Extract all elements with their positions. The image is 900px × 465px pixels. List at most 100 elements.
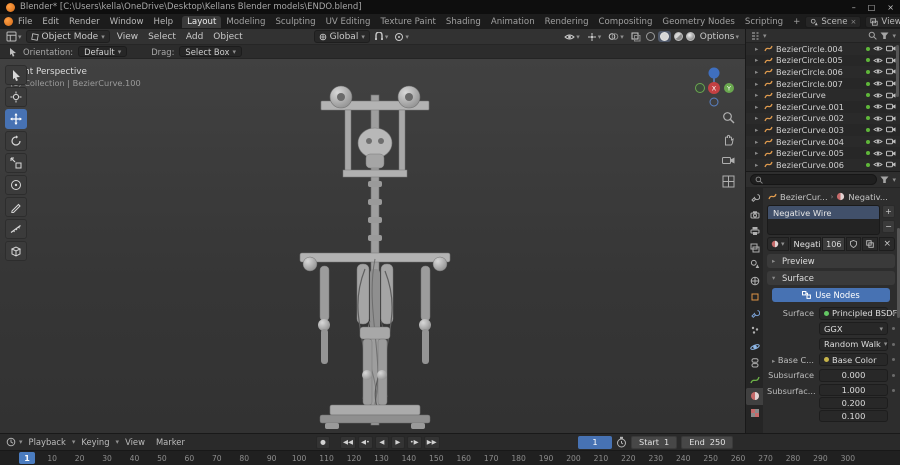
frame-tick-label[interactable]: 160 bbox=[450, 454, 477, 463]
ortho-grid-icon[interactable] bbox=[722, 175, 735, 188]
disable-in-render-camera-icon[interactable] bbox=[886, 161, 896, 168]
fake-user-shield-button[interactable] bbox=[846, 237, 862, 251]
tab-output[interactable] bbox=[746, 223, 763, 240]
frame-ruler[interactable]: 1 01020304050607080901001101201301401501… bbox=[0, 450, 900, 465]
outliner-editor-icon[interactable] bbox=[750, 31, 760, 41]
disclosure-icon[interactable]: ▸ bbox=[755, 80, 761, 88]
zoom-icon[interactable] bbox=[722, 111, 735, 124]
editor-type-selector[interactable]: ▾ bbox=[4, 30, 24, 43]
next-keyframe-button[interactable]: •▶ bbox=[406, 435, 422, 449]
frame-tick-label[interactable]: 70 bbox=[203, 454, 230, 463]
tool-annotate[interactable] bbox=[5, 197, 27, 217]
disable-in-render-camera-icon[interactable] bbox=[886, 68, 896, 75]
tool-measure[interactable] bbox=[5, 219, 27, 239]
remove-slot-button[interactable]: − bbox=[882, 220, 895, 233]
workspace-tab-modeling[interactable]: Modeling bbox=[221, 16, 270, 28]
viewlayer-selector[interactable]: ViewLayer × bbox=[865, 15, 900, 28]
axis-y-neg-ball[interactable] bbox=[695, 83, 705, 93]
scene-selector[interactable]: Scene × bbox=[805, 15, 862, 28]
surface-shader-dropdown[interactable]: Principled BSDF bbox=[819, 306, 897, 320]
frame-tick-label[interactable]: 250 bbox=[697, 454, 724, 463]
disable-in-render-camera-icon[interactable] bbox=[886, 150, 896, 157]
disclosure-icon[interactable]: ▸ bbox=[755, 91, 761, 99]
frame-tick-label[interactable]: 200 bbox=[560, 454, 587, 463]
playback-menu[interactable]: Playback bbox=[24, 437, 71, 447]
tab-object[interactable] bbox=[746, 289, 763, 306]
workspace-tab-compositing[interactable]: Compositing bbox=[594, 16, 658, 28]
outliner-item[interactable]: ▸ BezierCircle.004 bbox=[746, 43, 900, 55]
tab-physics[interactable] bbox=[746, 339, 763, 356]
frame-tick-label[interactable]: 210 bbox=[587, 454, 614, 463]
tab-render[interactable] bbox=[746, 207, 763, 224]
breadcrumb-material[interactable]: Negativ... bbox=[848, 192, 887, 202]
disable-in-render-camera-icon[interactable] bbox=[886, 57, 896, 64]
disable-in-render-camera-icon[interactable] bbox=[886, 92, 896, 99]
workspace-tab-scripting[interactable]: Scripting bbox=[740, 16, 788, 28]
hide-in-viewport-eye-icon[interactable] bbox=[873, 126, 883, 133]
disable-in-render-camera-icon[interactable] bbox=[886, 80, 896, 87]
animate-dot[interactable] bbox=[892, 358, 895, 361]
orientation-setting-dropdown[interactable]: Default ▾ bbox=[78, 46, 128, 57]
frame-tick-label[interactable]: 80 bbox=[231, 454, 258, 463]
close-button[interactable]: × bbox=[887, 3, 894, 12]
disable-in-render-camera-icon[interactable] bbox=[886, 138, 896, 145]
axis-z-ball[interactable] bbox=[708, 67, 720, 79]
marker-menu[interactable]: Marker bbox=[151, 437, 190, 447]
play-button[interactable]: ▶ bbox=[390, 435, 405, 449]
frame-tick-label[interactable]: 100 bbox=[285, 454, 312, 463]
radius-x-slider[interactable]: 1.000 bbox=[819, 383, 888, 396]
disclosure-icon[interactable]: ▸ bbox=[755, 138, 761, 146]
outliner-item[interactable]: ▸ BezierCurve.004 bbox=[746, 135, 900, 148]
shading-rendered-button[interactable] bbox=[685, 32, 695, 41]
shading-material-button[interactable] bbox=[673, 32, 683, 41]
frame-tick-label[interactable]: 40 bbox=[121, 454, 148, 463]
animate-dot[interactable] bbox=[892, 388, 895, 392]
disable-in-render-camera-icon[interactable] bbox=[886, 45, 896, 52]
outliner-item[interactable]: ▸ BezierCurve.001 bbox=[746, 101, 900, 113]
frame-tick-label[interactable]: 270 bbox=[752, 454, 779, 463]
hide-in-viewport-eye-icon[interactable] bbox=[873, 80, 883, 87]
blender-menu-icon[interactable] bbox=[4, 17, 13, 26]
visibility-dropdown[interactable]: ▾ bbox=[562, 30, 582, 43]
tab-particles[interactable] bbox=[746, 322, 763, 339]
viewport-canvas[interactable]: Right Perspective (1) Collection | Bezie… bbox=[0, 59, 745, 433]
outliner-item[interactable]: ▸ BezierCurve.003 bbox=[746, 124, 900, 136]
tab-constraints[interactable] bbox=[746, 355, 763, 372]
workspace-tab-sculpting[interactable]: Sculpting bbox=[270, 16, 320, 28]
tool-transform[interactable] bbox=[5, 175, 27, 195]
frame-tick-label[interactable]: 140 bbox=[395, 454, 422, 463]
workspace-tab-texture-paint[interactable]: Texture Paint bbox=[375, 16, 440, 28]
frame-tick-label[interactable]: 130 bbox=[368, 454, 395, 463]
hide-in-viewport-eye-icon[interactable] bbox=[873, 138, 883, 145]
previous-keyframe-button[interactable]: ◀• bbox=[358, 435, 373, 449]
frame-tick-label[interactable]: 180 bbox=[505, 454, 532, 463]
xray-toggle[interactable] bbox=[629, 30, 643, 43]
viewport-menu-item[interactable]: Add bbox=[181, 32, 208, 42]
tool-move[interactable] bbox=[5, 109, 27, 129]
pan-hand-icon[interactable] bbox=[722, 133, 735, 146]
frame-tick-label[interactable]: 60 bbox=[176, 454, 203, 463]
play-reverse-button[interactable]: ◀ bbox=[374, 435, 389, 449]
minimize-button[interactable]: – bbox=[852, 3, 856, 12]
users-count-button[interactable]: 106 bbox=[822, 237, 846, 251]
hide-in-viewport-eye-icon[interactable] bbox=[873, 57, 883, 64]
frame-tick-label[interactable]: 50 bbox=[148, 454, 175, 463]
snapping-toggle[interactable]: ▾ bbox=[372, 30, 391, 43]
gizmos-dropdown[interactable]: ▾ bbox=[585, 30, 604, 43]
preview-section-header[interactable]: ▸ Preview bbox=[767, 254, 895, 268]
tab-world[interactable] bbox=[746, 273, 763, 290]
animate-dot[interactable] bbox=[892, 342, 895, 346]
disable-in-render-camera-icon[interactable] bbox=[886, 103, 896, 110]
hide-in-viewport-eye-icon[interactable] bbox=[873, 161, 883, 168]
frame-tick-label[interactable]: 220 bbox=[615, 454, 642, 463]
disclosure-icon[interactable]: ▸ bbox=[755, 149, 761, 157]
animate-dot[interactable] bbox=[892, 327, 895, 330]
current-frame-field[interactable]: 1 bbox=[578, 435, 612, 449]
outliner-item[interactable]: ▸ BezierCircle.006 bbox=[746, 66, 900, 78]
new-material-copy-button[interactable] bbox=[862, 237, 879, 251]
workspace-tab-uv-editing[interactable]: UV Editing bbox=[321, 16, 376, 28]
tool-cursor[interactable] bbox=[5, 87, 27, 107]
playhead-current-frame[interactable]: 1 bbox=[19, 452, 35, 464]
frame-tick-label[interactable]: 150 bbox=[423, 454, 450, 463]
tab-tool[interactable] bbox=[746, 190, 763, 207]
